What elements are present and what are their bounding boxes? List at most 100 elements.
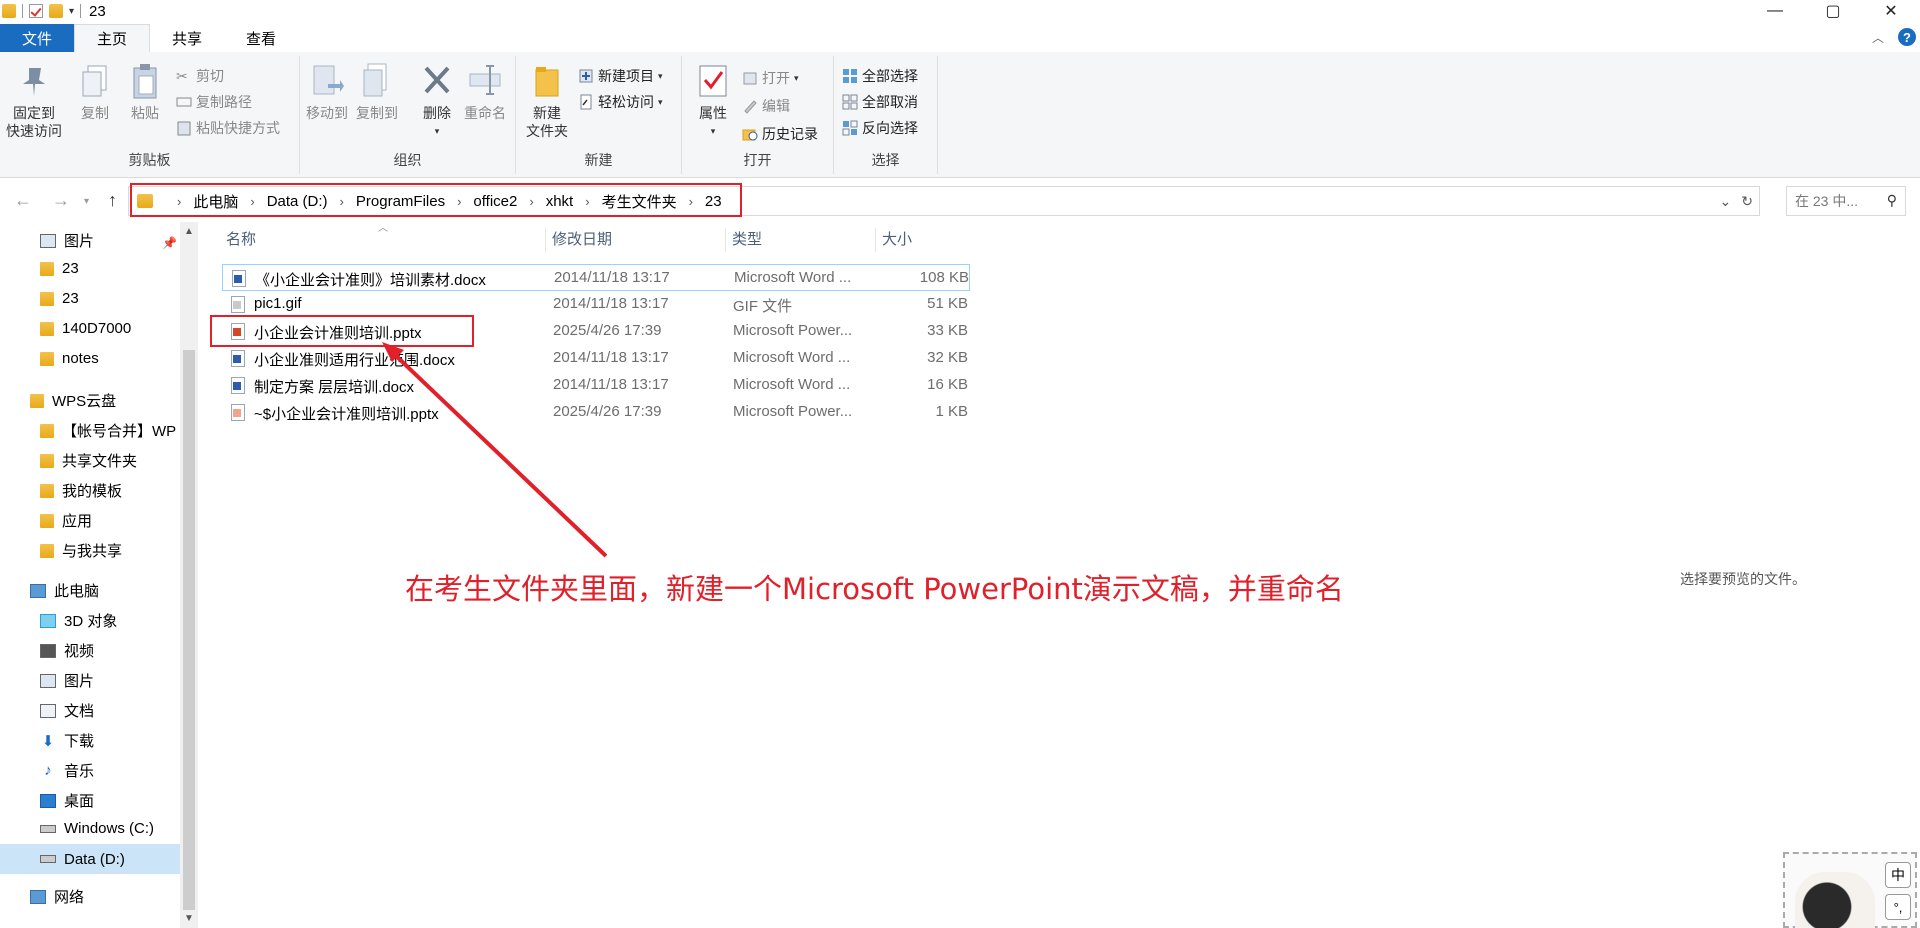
ime-widget[interactable]: 中 °, <box>1783 852 1917 928</box>
sidebar-item-music[interactable]: ♪ 音乐 <box>40 760 94 781</box>
maximize-button[interactable]: ▢ <box>1804 0 1862 22</box>
file-row[interactable]: 《小企业会计准则》培训素材.docx 2014/11/18 13:17 Micr… <box>222 264 970 291</box>
sidebar-item-data-d[interactable]: Data (D:) <box>0 844 180 874</box>
sidebar-item-140d7000[interactable]: 140D7000 <box>40 320 131 337</box>
copy-button[interactable]: 复制 <box>78 62 112 122</box>
scroll-down-icon[interactable]: ▼ <box>184 913 194 924</box>
column-header-date[interactable]: 修改日期 <box>548 228 726 252</box>
customize-qa-icon[interactable]: ▾ <box>69 6 74 17</box>
folder-icon <box>40 291 54 306</box>
close-button[interactable]: ✕ <box>1862 0 1920 22</box>
scrollbar-thumb[interactable] <box>183 350 195 910</box>
edit-icon <box>742 98 758 114</box>
sidebar-item-shared-folder[interactable]: 共享文件夹 <box>40 450 137 471</box>
select-all-button[interactable]: 全部选择 <box>842 66 918 86</box>
open-button[interactable]: 打开 ▾ <box>742 68 799 88</box>
rename-button[interactable]: 重命名 <box>464 62 506 122</box>
cut-button[interactable]: ✂ 剪切 <box>176 66 224 86</box>
copy-to-button[interactable]: 复制到 <box>356 62 398 122</box>
refresh-icon[interactable]: ↻ <box>1741 193 1753 210</box>
history-button[interactable]: 历史记录 <box>742 124 818 144</box>
select-none-button[interactable]: 全部取消 <box>842 92 918 112</box>
sidebar-item-documents[interactable]: 文档 <box>40 700 94 721</box>
sidebar-item-shared-with-me[interactable]: 与我共享 <box>40 540 122 561</box>
sidebar-item-3d-objects[interactable]: 3D 对象 <box>40 610 117 631</box>
file-type: Microsoft Word ... <box>733 376 851 393</box>
pin-icon[interactable]: 📌 <box>162 236 177 250</box>
sidebar-item-23[interactable]: 23 <box>40 260 79 277</box>
ribbon-tabs: 文件 主页 共享 查看 ︿ ? <box>0 22 1920 52</box>
copy-path-button[interactable]: 复制路径 <box>176 92 252 112</box>
file-type: Microsoft Power... <box>733 322 853 339</box>
tab-share[interactable]: 共享 <box>150 24 224 52</box>
file-row[interactable]: 小企业准则适用行业范围.docx 2014/11/18 13:17 Micros… <box>222 345 970 372</box>
sidebar-item-pictures[interactable]: 图片 <box>40 230 94 251</box>
address-dropdown-icon[interactable]: ⌄ <box>1720 193 1732 210</box>
history-label: 历史记录 <box>762 126 818 142</box>
file-date: 2014/11/18 13:17 <box>553 376 669 393</box>
shared-folder-icon <box>40 453 54 468</box>
edit-button[interactable]: 编辑 <box>742 96 790 116</box>
properties-dropdown-icon[interactable]: ▾ <box>711 122 716 140</box>
column-header-size[interactable]: 大小 <box>878 228 968 252</box>
back-icon[interactable]: ← <box>14 190 32 211</box>
minimize-button[interactable]: — <box>1746 0 1804 22</box>
ribbon: 固定到 快速访问 复制 粘贴 ✂ 剪切 复制路径 粘贴快捷方式 剪贴板 移动到 … <box>0 52 1920 178</box>
new-folder-icon <box>530 62 564 100</box>
file-row[interactable]: 制定方案 层层培训.docx 2014/11/18 13:17 Microsof… <box>222 372 970 399</box>
file-date: 2025/4/26 17:39 <box>553 403 662 420</box>
sidebar-item-this-pc[interactable]: 此电脑 <box>30 580 99 601</box>
navigation-pane-scrollbar[interactable]: ▲ ▼ <box>180 222 198 928</box>
tab-file[interactable]: 文件 <box>0 24 75 52</box>
sidebar-item-downloads[interactable]: ⬇ 下载 <box>40 730 94 751</box>
gif-image-icon <box>231 296 245 313</box>
sidebar-item-videos[interactable]: 视频 <box>40 640 94 661</box>
collapse-ribbon-icon[interactable]: ︿ <box>1872 29 1884 46</box>
tab-view[interactable]: 查看 <box>224 24 298 52</box>
file-type: Microsoft Word ... <box>734 269 852 286</box>
paste-button[interactable]: 粘贴 <box>128 62 162 122</box>
sidebar-item-network[interactable]: 网络 <box>30 886 84 907</box>
column-header-name[interactable]: 名称 <box>222 228 546 252</box>
new-folder-button[interactable]: 新建 文件夹 <box>526 62 568 140</box>
move-to-button[interactable]: 移动到 <box>306 62 348 122</box>
sidebar-item-wps-cloud[interactable]: WPS云盘 <box>30 390 116 411</box>
tab-home[interactable]: 主页 <box>74 24 151 52</box>
file-row[interactable]: ~$小企业会计准则培训.pptx 2025/4/26 17:39 Microso… <box>222 399 970 426</box>
sidebar-item-windows-c[interactable]: Windows (C:) <box>40 820 154 837</box>
column-header-type[interactable]: 类型 <box>728 228 876 252</box>
search-box[interactable]: 在 23 中... ⚲ <box>1786 186 1906 216</box>
ime-mode-button[interactable]: 中 <box>1885 862 1911 888</box>
sidebar-item-apps[interactable]: 应用 <box>40 510 92 531</box>
pin-quick-access-button[interactable]: 固定到 快速访问 <box>6 62 62 140</box>
sidebar-item-desktop[interactable]: 桌面 <box>40 790 94 811</box>
recent-locations-icon[interactable]: ▾ <box>84 196 89 207</box>
easy-access-button[interactable]: 轻松访问 ▾ <box>578 92 663 112</box>
sidebar-item-label: 140D7000 <box>62 320 132 337</box>
sidebar-item-notes[interactable]: notes <box>40 350 99 367</box>
clipboard-group-label: 剪贴板 <box>128 152 171 168</box>
scroll-up-icon[interactable]: ▲ <box>184 226 194 237</box>
sidebar-item-pictures-pc[interactable]: 图片 <box>40 670 94 691</box>
up-icon[interactable]: ↑ <box>108 190 117 211</box>
sidebar-item-account-merge[interactable]: 【帐号合并】WP <box>40 420 176 441</box>
new-item-button[interactable]: 新建项目 ▾ <box>578 66 663 86</box>
help-icon[interactable]: ? <box>1898 28 1916 46</box>
sidebar-item-23[interactable]: 23 <box>40 290 79 307</box>
sidebar-item-label: Data (D:) <box>64 850 125 868</box>
forward-icon[interactable]: → <box>52 190 70 211</box>
delete-dropdown-icon[interactable]: ▾ <box>435 122 440 140</box>
title-bar: ▾ 23 — ▢ ✕ <box>0 0 1920 22</box>
new-folder-icon[interactable] <box>49 4 63 18</box>
ime-punctuation-button[interactable]: °, <box>1885 894 1911 920</box>
invert-selection-button[interactable]: 反向选择 <box>842 118 918 138</box>
search-icon[interactable]: ⚲ <box>1887 192 1897 209</box>
properties-icon[interactable] <box>29 4 43 18</box>
paste-shortcut-button[interactable]: 粘贴快捷方式 <box>176 118 280 138</box>
sidebar-item-label: 我的模板 <box>62 483 123 500</box>
properties-button[interactable]: 属性 ▾ <box>696 62 730 140</box>
open-dropdown-icon: ▾ <box>794 72 799 83</box>
delete-button[interactable]: 删除 ▾ <box>420 62 454 140</box>
file-row[interactable]: pic1.gif 2014/11/18 13:17 GIF 文件 51 KB <box>222 291 970 318</box>
sidebar-item-my-templates[interactable]: 我的模板 <box>40 480 122 501</box>
